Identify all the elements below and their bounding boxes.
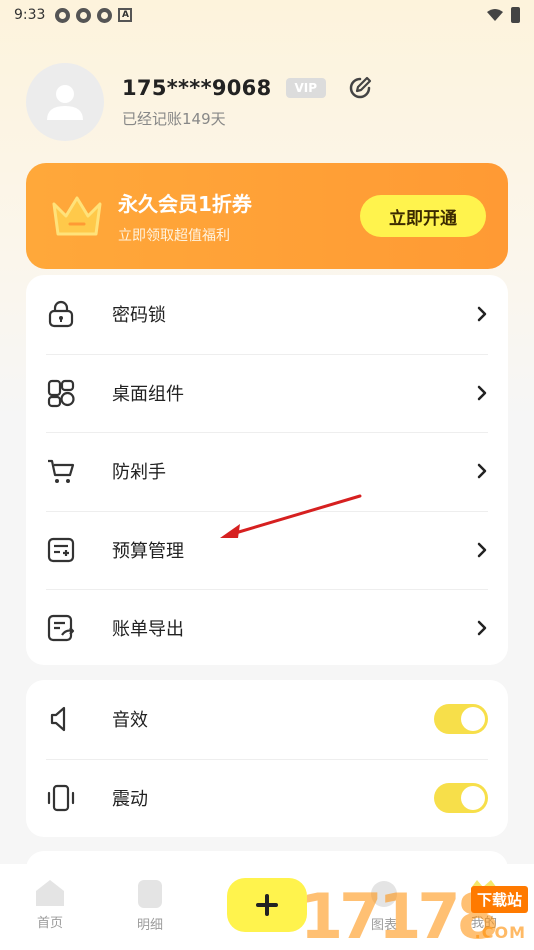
tab-label: 首页 bbox=[36, 916, 63, 931]
vip-badge: VIP bbox=[285, 77, 327, 98]
vibration-toggle[interactable] bbox=[434, 782, 488, 813]
vip-text: 永久会员1折券 立即领取超值福利 bbox=[118, 188, 252, 245]
vip-subtitle: 立即领取超值福利 bbox=[118, 227, 230, 244]
username: 175****9068 bbox=[122, 75, 272, 100]
settings-card: 音效 震动 bbox=[26, 680, 508, 837]
toggle-knob bbox=[461, 707, 485, 732]
detail-icon bbox=[138, 880, 162, 908]
notification-icons: A bbox=[55, 7, 133, 23]
avatar[interactable] bbox=[26, 63, 104, 141]
vip-title: 永久会员1折券 bbox=[118, 191, 252, 216]
edit-icon[interactable] bbox=[348, 76, 372, 100]
widgets-icon bbox=[47, 379, 75, 407]
user-icon bbox=[47, 85, 83, 120]
notification-a-icon: A bbox=[118, 7, 133, 22]
name-row: 175****9068 VIP bbox=[122, 76, 372, 100]
budget-icon bbox=[47, 537, 75, 562]
vibrate-icon bbox=[47, 784, 75, 811]
menu-item-label: 桌面组件 bbox=[112, 383, 184, 405]
notification-app-icon bbox=[97, 7, 113, 23]
chevron-right-icon bbox=[477, 542, 487, 557]
chevron-right-icon bbox=[477, 464, 487, 479]
menu-item-label: 密码锁 bbox=[112, 305, 166, 327]
menu-item-label: 账单导出 bbox=[112, 619, 184, 641]
menu-item-anti-impulse[interactable]: 防剁手 bbox=[26, 432, 508, 511]
setting-label: 音效 bbox=[112, 710, 148, 732]
watermark-domain: .COM bbox=[474, 923, 526, 942]
wifi-icon bbox=[487, 9, 503, 21]
watermark-17178: 17178 下载站 .COM bbox=[300, 878, 528, 948]
vip-promo-banner[interactable]: 永久会员1折券 立即领取超值福利 立即开通 bbox=[26, 163, 508, 269]
menu-item-label: 预算管理 bbox=[112, 540, 184, 562]
status-bar: 9:33 A bbox=[0, 0, 534, 30]
setting-vibration: 震动 bbox=[26, 758, 508, 838]
menu-item-password-lock[interactable]: 密码锁 bbox=[26, 275, 508, 354]
feature-menu-card: 密码锁 桌面组件 防剁手 预算管理 账单导出 bbox=[26, 275, 508, 665]
add-record-button[interactable] bbox=[227, 878, 307, 932]
plus-icon bbox=[256, 894, 278, 916]
cart-icon bbox=[48, 460, 75, 484]
menu-item-budget-management[interactable]: 预算管理 bbox=[26, 510, 508, 590]
chevron-right-icon bbox=[477, 307, 487, 322]
watermark-number: 17178 bbox=[300, 880, 500, 950]
status-right bbox=[487, 7, 520, 23]
tab-home[interactable]: 首页 bbox=[0, 878, 100, 931]
toggle-knob bbox=[461, 785, 485, 810]
speaker-icon bbox=[50, 707, 66, 732]
bookkeeping-days: 已经记账149天 bbox=[122, 109, 226, 128]
status-time: 9:33 bbox=[14, 7, 46, 23]
setting-label: 震动 bbox=[112, 788, 148, 810]
profile-header: 175****9068 VIP 已经记账149天 bbox=[26, 62, 508, 142]
home-icon bbox=[36, 880, 64, 906]
crown-icon bbox=[52, 196, 102, 236]
sound-effects-toggle[interactable] bbox=[434, 704, 488, 735]
open-vip-button[interactable]: 立即开通 bbox=[360, 195, 486, 237]
tab-detail[interactable]: 明细 bbox=[100, 878, 200, 933]
profile-info: 175****9068 VIP 已经记账149天 bbox=[122, 76, 372, 129]
notification-app-icon bbox=[76, 7, 92, 23]
tab-label: 明细 bbox=[136, 918, 163, 933]
chevron-right-icon bbox=[477, 621, 487, 636]
chevron-right-icon bbox=[477, 385, 487, 400]
menu-item-label: 防剁手 bbox=[112, 462, 166, 484]
menu-item-desktop-widgets[interactable]: 桌面组件 bbox=[26, 353, 508, 433]
lock-icon bbox=[48, 301, 74, 328]
notification-app-icon bbox=[55, 7, 71, 23]
menu-item-bill-export[interactable]: 账单导出 bbox=[26, 589, 508, 668]
export-icon bbox=[47, 615, 75, 642]
setting-sound-effects: 音效 bbox=[26, 680, 508, 759]
battery-icon bbox=[511, 7, 520, 23]
watermark-tag: 下载站 bbox=[470, 886, 528, 913]
